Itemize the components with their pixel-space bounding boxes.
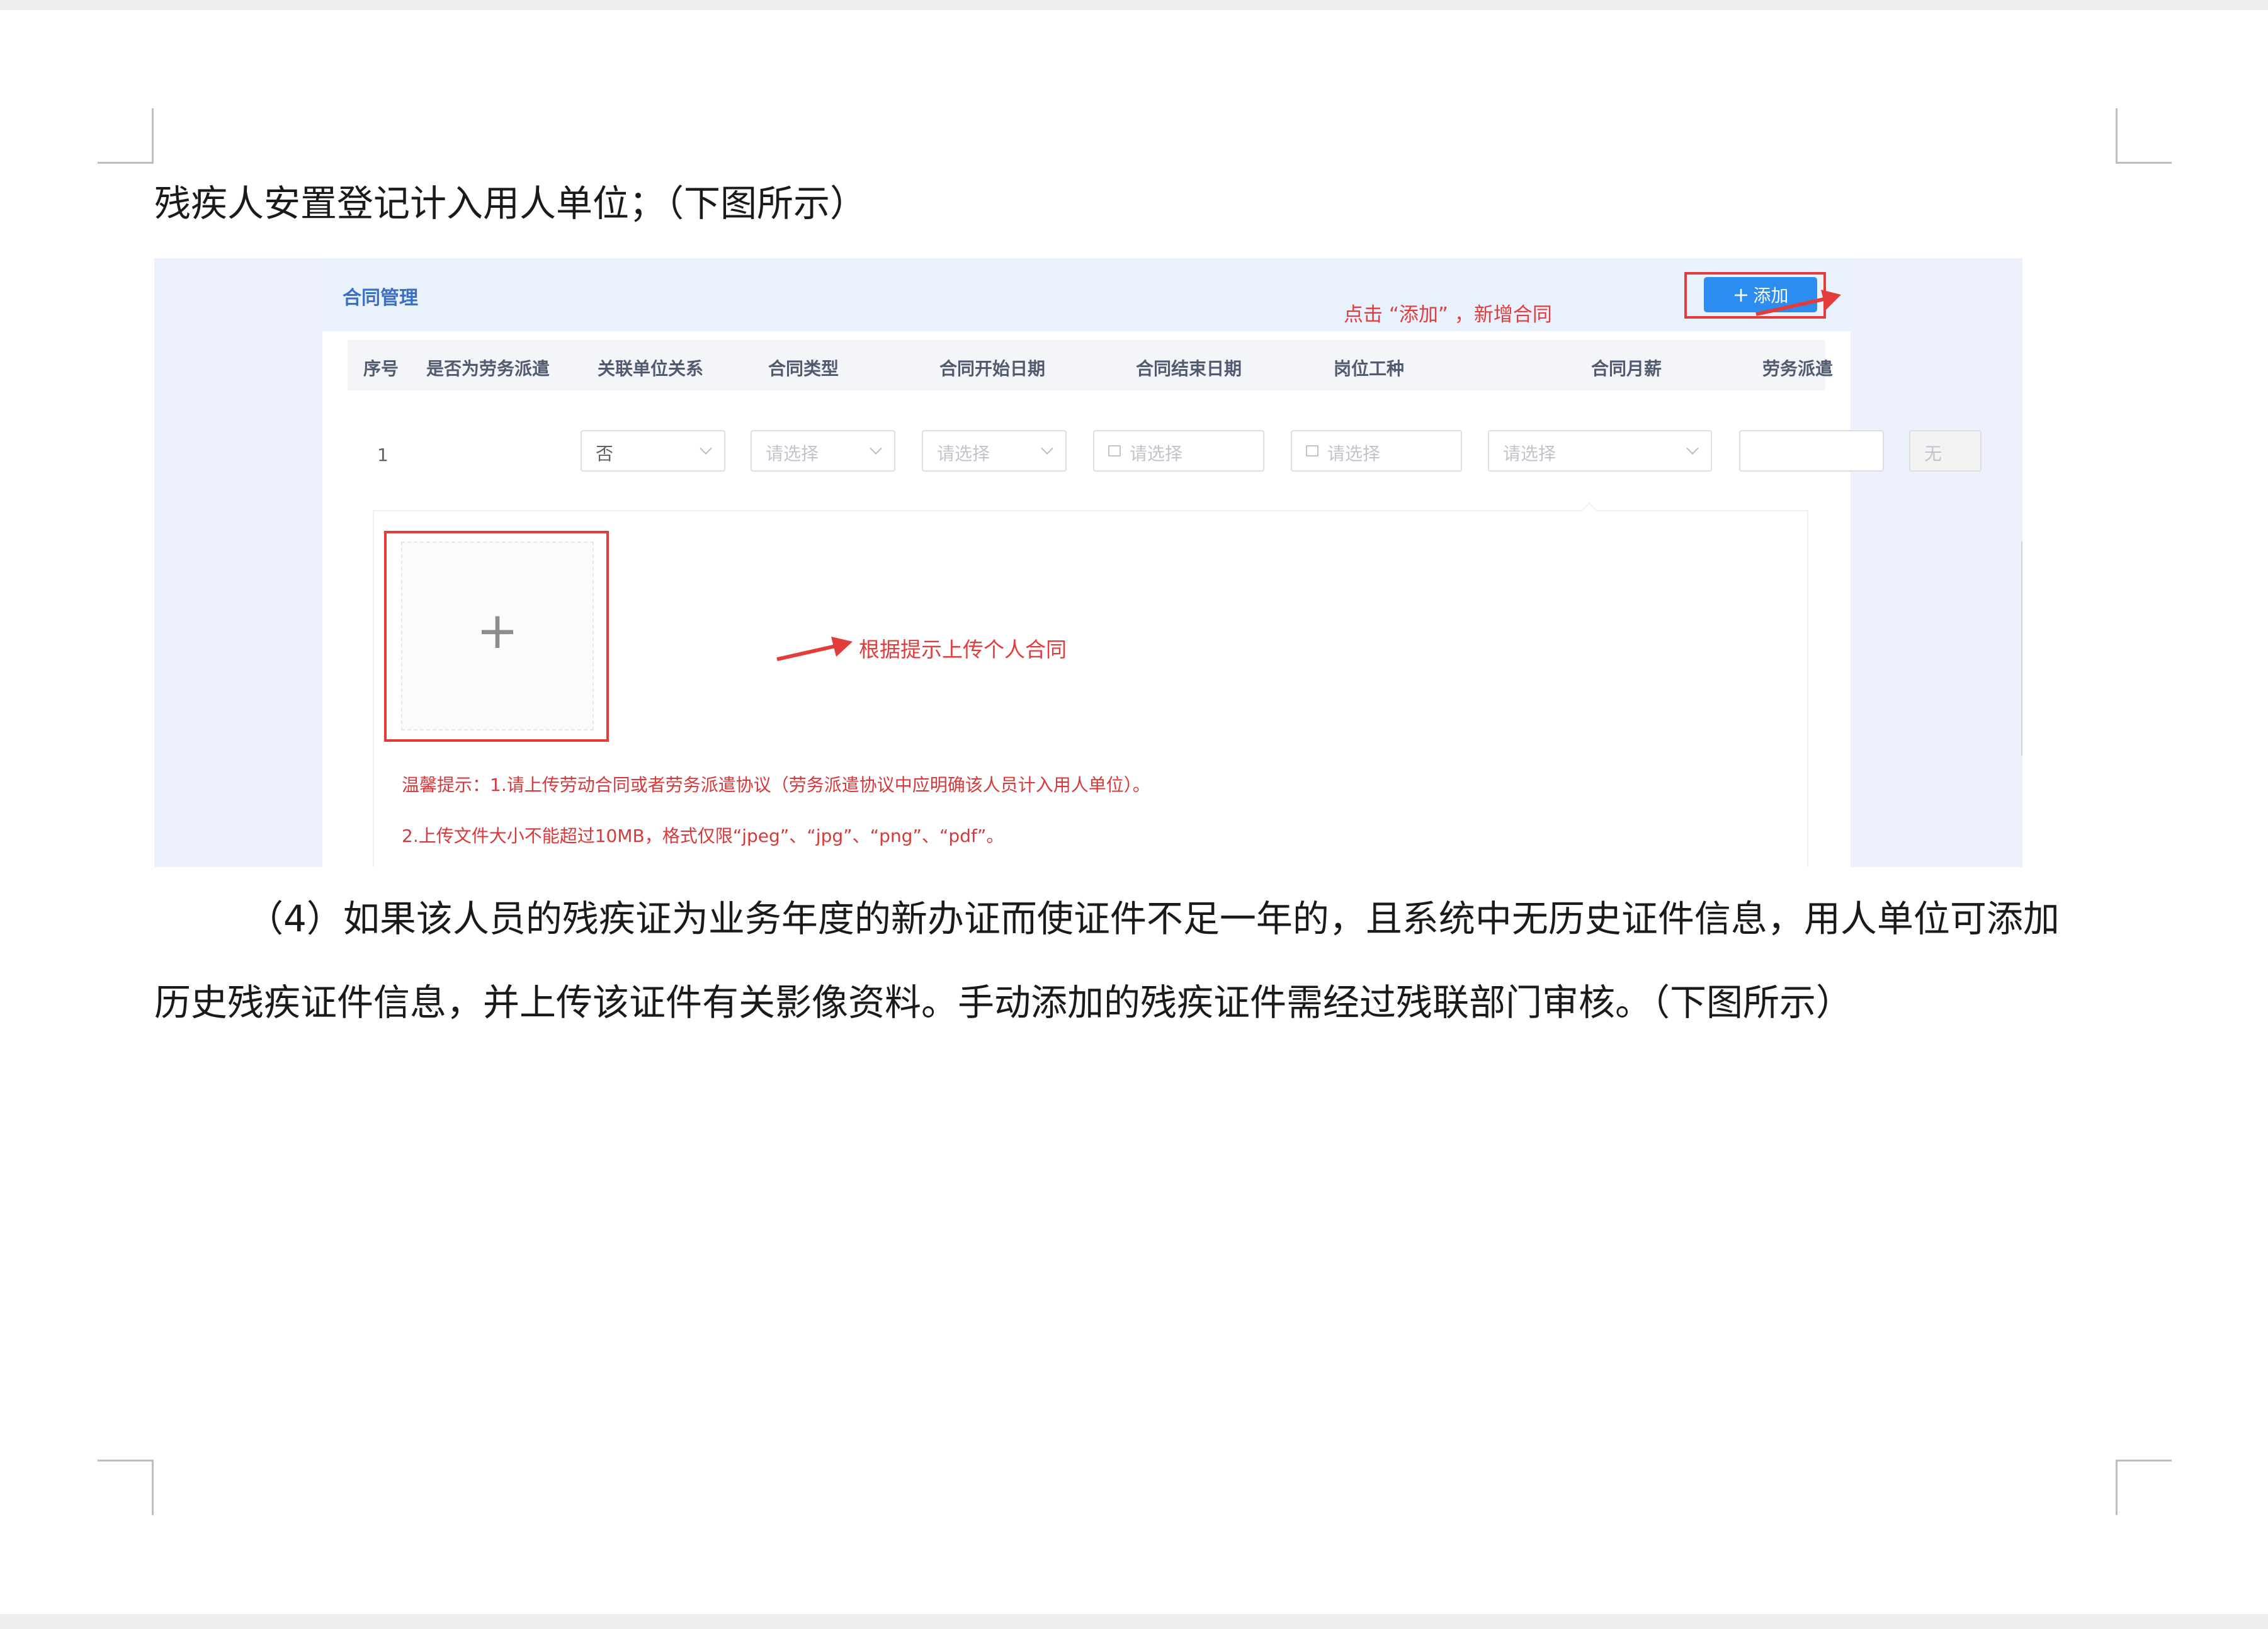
viewer-bottom-band [0,1614,2268,1629]
upload-annotation-text: 根据提示上传个人合同 [859,637,1067,662]
crop-mark-top-left [98,108,154,164]
contract-management-screenshot: 合同管理 点击 “添加” ，新增合同 + 添加 序号 是否为劳务派遣 关联单位关系… [154,258,2022,867]
intro-line: 残疾人安置登记计入用人单位；（下图所示） [154,182,867,225]
dispatch-field: 无 [1909,430,1982,472]
crop-mark-bottom-right [2116,1460,2172,1515]
arrow-to-add-button-icon [1755,290,1841,316]
dispatch-value: 无 [1924,443,1942,464]
crop-mark-top-right [2116,108,2172,164]
screenshot-scrollbar [2021,542,2022,756]
arrow-to-upload-label-icon [776,637,853,661]
paragraph-line-1: （4）如果该人员的残疾证为业务年度的新办证而使证件不足一年的，且系统中无历史证件… [247,897,2060,940]
tip-line-1: 温馨提示：1.请上传劳动合同或者劳务派遣协议（劳务派遣协议中应明确该人员计入用人… [402,775,1150,795]
contract-panel: 合同管理 点击 “添加” ，新增合同 + 添加 序号 是否为劳务派遣 关联单位关系… [322,258,1982,867]
crop-mark-bottom-left [98,1460,154,1515]
tip-line-2: 2.上传文件大小不能超过10MB，格式仅限“jpeg”、“jpg”、“png”、… [402,826,1004,846]
viewer-top-band [0,0,2268,10]
paragraph-line-2: 历史残疾证件信息，并上传该证件有关影像资料。手动添加的残疾证件需经过残联部门审核… [154,981,1853,1024]
